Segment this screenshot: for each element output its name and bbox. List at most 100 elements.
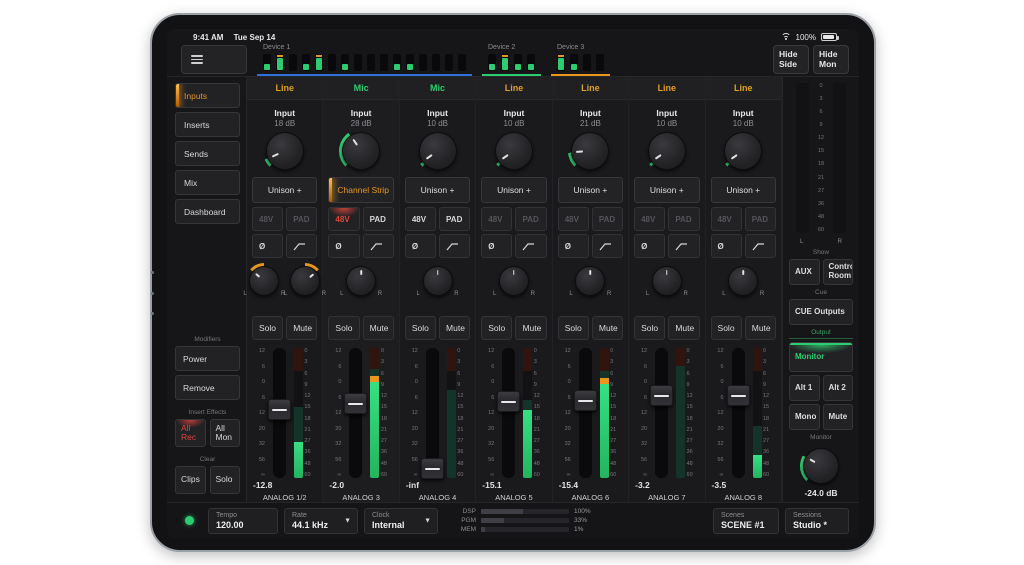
remove-button[interactable]: Remove — [175, 375, 240, 400]
alt1-button[interactable]: Alt 1 — [789, 375, 820, 401]
mute-button[interactable]: Mute — [515, 316, 546, 340]
pad-button[interactable]: PAD — [668, 207, 699, 231]
fader-handle[interactable] — [421, 458, 444, 479]
sidebar-item-mix[interactable]: Mix — [175, 170, 240, 195]
solo-button[interactable]: Solo — [405, 316, 436, 340]
mute-button[interactable]: Mute — [363, 316, 394, 340]
phase-invert-button[interactable]: Ø — [558, 234, 589, 258]
mono-button[interactable]: Mono — [789, 404, 820, 430]
alt2-button[interactable]: Alt 2 — [823, 375, 854, 401]
unison-slot-button[interactable]: Unison + — [405, 177, 470, 203]
fader-handle[interactable] — [268, 399, 291, 420]
solo-button[interactable]: Solo — [252, 316, 283, 340]
pan-knob[interactable]: LR — [728, 266, 758, 296]
gain-knob[interactable] — [495, 132, 533, 170]
monitor-knob[interactable] — [803, 448, 839, 484]
gain-knob[interactable] — [724, 132, 762, 170]
solo-button[interactable]: Solo — [328, 316, 359, 340]
pan-knob[interactable]: LR — [249, 266, 279, 296]
low-cut-filter-button[interactable] — [363, 234, 394, 258]
gain-knob[interactable] — [571, 132, 609, 170]
fader-handle[interactable] — [727, 385, 750, 406]
hide-mon-button[interactable]: Hide Mon — [813, 45, 849, 74]
phase-invert-button[interactable]: Ø — [252, 234, 283, 258]
scenes-field[interactable]: Scenes SCENE #1 — [713, 508, 779, 534]
pan-knob[interactable]: LR — [575, 266, 605, 296]
solo-button[interactable]: Solo — [711, 316, 742, 340]
menu-button[interactable] — [181, 45, 247, 74]
tempo-field[interactable]: Tempo 120.00 — [208, 508, 278, 534]
unison-slot-button[interactable]: Unison + — [252, 177, 317, 203]
monitor-output-button[interactable]: Monitor — [789, 342, 853, 372]
clear-solo-button[interactable]: Solo — [210, 466, 241, 494]
pad-button[interactable]: PAD — [363, 207, 394, 231]
monitor-mute-button[interactable]: Mute — [823, 404, 854, 430]
all-rec-button[interactable]: All Rec — [175, 419, 206, 447]
mute-button[interactable]: Mute — [439, 316, 470, 340]
unison-slot-button[interactable]: Unison + — [711, 177, 776, 203]
solo-button[interactable]: Solo — [634, 316, 665, 340]
gain-knob[interactable] — [266, 132, 304, 170]
pad-button[interactable]: PAD — [439, 207, 470, 231]
control-room-button[interactable]: Control Room — [823, 259, 854, 285]
hide-side-button[interactable]: Hide Side — [773, 45, 809, 74]
fader-handle[interactable] — [344, 393, 367, 414]
mute-button[interactable]: Mute — [286, 316, 317, 340]
sidebar-item-sends[interactable]: Sends — [175, 141, 240, 166]
sidebar-item-dashboard[interactable]: Dashboard — [175, 199, 240, 224]
sidebar-item-inserts[interactable]: Inserts — [175, 112, 240, 137]
low-cut-filter-button[interactable] — [439, 234, 470, 258]
fader-handle[interactable] — [497, 391, 520, 412]
pad-button[interactable]: PAD — [592, 207, 623, 231]
sidebar-item-inputs[interactable]: Inputs — [175, 83, 240, 108]
clear-clips-button[interactable]: Clips — [175, 466, 206, 494]
low-cut-filter-button[interactable] — [592, 234, 623, 258]
pad-button[interactable]: PAD — [745, 207, 776, 231]
phantom-48v-button[interactable]: 48V — [252, 207, 283, 231]
pan-knob[interactable]: LR — [499, 266, 529, 296]
rate-select[interactable]: Rate 44.1 kHz ▼ — [284, 508, 358, 534]
all-mon-button[interactable]: All Mon — [210, 419, 241, 447]
pan-knob[interactable]: LR — [652, 266, 682, 296]
pan-knob[interactable]: LR — [423, 266, 453, 296]
pad-button[interactable]: PAD — [515, 207, 546, 231]
gain-knob[interactable] — [419, 132, 457, 170]
mute-button[interactable]: Mute — [668, 316, 699, 340]
low-cut-filter-button[interactable] — [286, 234, 317, 258]
gain-knob[interactable] — [648, 132, 686, 170]
cue-outputs-button[interactable]: CUE Outputs — [789, 299, 853, 325]
mute-button[interactable]: Mute — [745, 316, 776, 340]
fader-handle[interactable] — [574, 390, 597, 411]
solo-button[interactable]: Solo — [558, 316, 589, 340]
low-cut-filter-button[interactable] — [515, 234, 546, 258]
low-cut-filter-button[interactable] — [668, 234, 699, 258]
solo-button[interactable]: Solo — [481, 316, 512, 340]
monitor-level-knob[interactable] — [789, 444, 853, 486]
pad-button[interactable]: PAD — [286, 207, 317, 231]
unison-slot-button[interactable]: Channel Strip — [328, 177, 393, 203]
phantom-48v-button[interactable]: 48V — [711, 207, 742, 231]
phase-invert-button[interactable]: Ø — [481, 234, 512, 258]
aux-button[interactable]: AUX — [789, 259, 820, 285]
pan-knob[interactable]: LR — [346, 266, 376, 296]
power-button[interactable]: Power — [175, 346, 240, 371]
phase-invert-button[interactable]: Ø — [634, 234, 665, 258]
mute-button[interactable]: Mute — [592, 316, 623, 340]
phase-invert-button[interactable]: Ø — [405, 234, 436, 258]
unison-slot-button[interactable]: Unison + — [481, 177, 546, 203]
low-cut-filter-button[interactable] — [745, 234, 776, 258]
phantom-48v-button[interactable]: 48V — [405, 207, 436, 231]
phantom-48v-button[interactable]: 48V — [634, 207, 665, 231]
sessions-field[interactable]: Sessions Studio * — [785, 508, 849, 534]
pan-knob[interactable]: LR — [290, 266, 320, 296]
unison-slot-button[interactable]: Unison + — [634, 177, 699, 203]
fader-handle[interactable] — [650, 385, 673, 406]
phase-invert-button[interactable]: Ø — [328, 234, 359, 258]
phantom-48v-button[interactable]: 48V — [328, 207, 359, 231]
gain-knob[interactable] — [342, 132, 380, 170]
phase-invert-button[interactable]: Ø — [711, 234, 742, 258]
clock-select[interactable]: Clock Internal ▼ — [364, 508, 438, 534]
phantom-48v-button[interactable]: 48V — [481, 207, 512, 231]
phantom-48v-button[interactable]: 48V — [558, 207, 589, 231]
unison-slot-button[interactable]: Unison + — [558, 177, 623, 203]
